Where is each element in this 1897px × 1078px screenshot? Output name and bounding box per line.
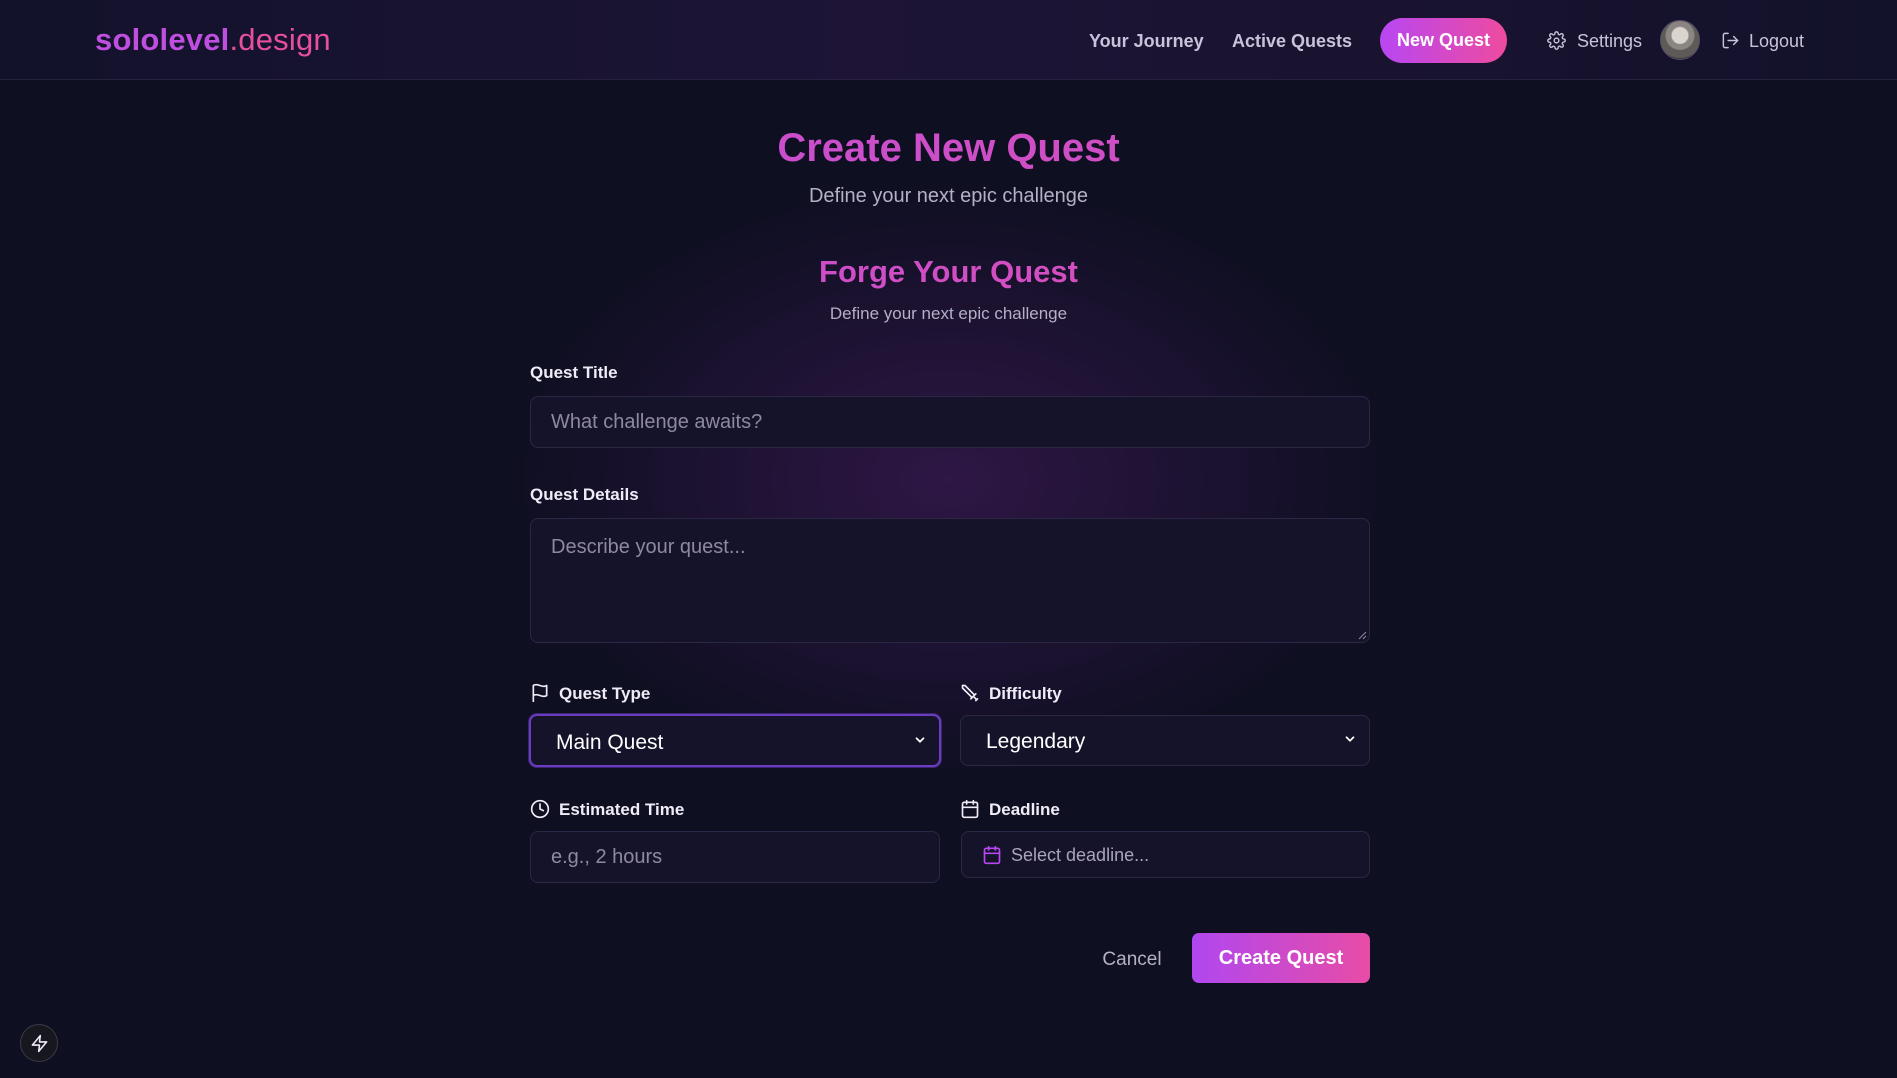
quest-title-input[interactable] [530, 396, 1370, 448]
brand-name-suffix: .design [229, 22, 331, 57]
calendar-icon [961, 799, 979, 819]
difficulty-label: Difficulty [989, 684, 1062, 703]
gear-icon[interactable] [1547, 31, 1566, 50]
new-quest-button[interactable]: New Quest [1380, 18, 1507, 63]
cancel-button[interactable]: Cancel [1095, 947, 1169, 973]
form-title: Forge Your Quest [0, 254, 1897, 290]
nav-settings[interactable]: Settings [1577, 31, 1642, 52]
avatar[interactable] [1660, 20, 1700, 60]
top-navbar: sololevel.design Your Journey Active Que… [0, 0, 1897, 80]
form-subtitle: Define your next epic challenge [829, 304, 1068, 323]
logout-icon[interactable] [1721, 31, 1740, 50]
deadline-label: Deadline [989, 800, 1060, 819]
quest-type-value: Main Quest [556, 731, 664, 754]
nav-your-journey[interactable]: Your Journey [1089, 31, 1204, 52]
page-subtitle: Define your next epic challenge [808, 185, 1089, 207]
nav-logout[interactable]: Logout [1749, 31, 1804, 52]
difficulty-select[interactable]: Legendary [960, 715, 1370, 766]
estimated-time-label: Estimated Time [559, 800, 685, 819]
page-title: Create New Quest [0, 126, 1897, 171]
clock-icon [530, 799, 550, 819]
chevron-down-icon [915, 737, 925, 743]
dev-tools-button[interactable] [20, 1024, 58, 1062]
deadline-picker[interactable]: Select deadline... [961, 831, 1370, 878]
difficulty-value: Legendary [986, 730, 1086, 753]
quest-type-select[interactable]: Main Quest [529, 714, 941, 767]
resize-handle-icon[interactable] [1357, 630, 1367, 640]
calendar-icon [983, 845, 1001, 865]
create-quest-button[interactable]: Create Quest [1192, 933, 1370, 983]
estimated-time-input[interactable] [530, 831, 940, 883]
lightning-icon [31, 1034, 48, 1053]
flag-icon [532, 683, 548, 703]
quest-details-label: Quest Details [530, 485, 639, 504]
brand-name-bold: sololevel [95, 22, 230, 57]
nav-active-quests[interactable]: Active Quests [1232, 31, 1352, 52]
quest-title-label: Quest Title [530, 363, 618, 382]
quest-details-textarea[interactable] [530, 518, 1370, 643]
brand-logo[interactable]: sololevel.design [95, 22, 331, 58]
chevron-down-icon [1345, 736, 1355, 742]
quest-type-label: Quest Type [559, 684, 651, 703]
sword-icon [961, 684, 979, 702]
deadline-placeholder: Select deadline... [1011, 845, 1150, 865]
